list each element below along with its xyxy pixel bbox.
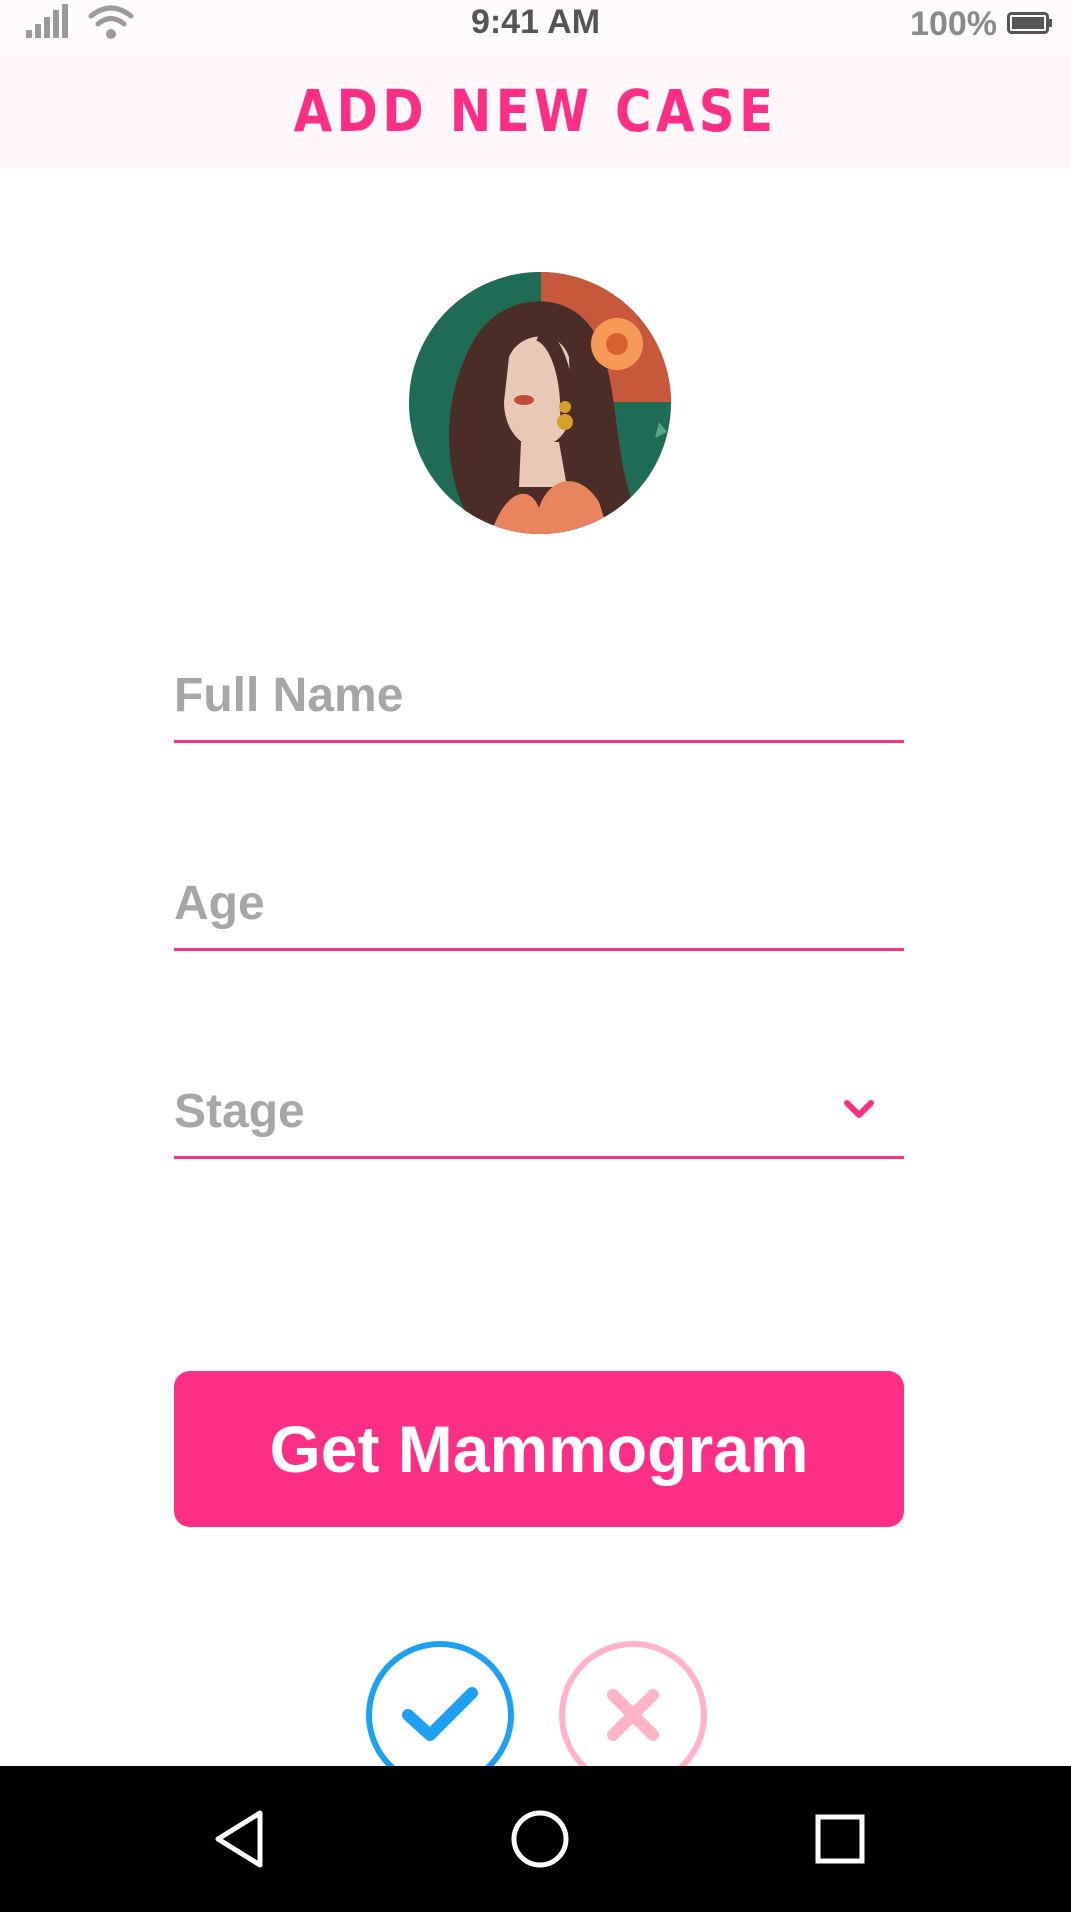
system-nav-bar bbox=[0, 1766, 1071, 1912]
close-icon bbox=[607, 1689, 659, 1741]
age-placeholder: Age bbox=[174, 877, 265, 930]
app-header: ADD NEW CASE bbox=[0, 52, 1071, 168]
full-name-placeholder: Full Name bbox=[174, 669, 404, 722]
woman-portrait-avatar-icon bbox=[409, 272, 671, 534]
home-icon[interactable] bbox=[504, 1803, 576, 1875]
back-icon[interactable] bbox=[206, 1803, 278, 1875]
check-icon bbox=[402, 1687, 478, 1741]
status-bar: 9:41 AM 100% bbox=[0, 0, 1071, 52]
recents-icon[interactable] bbox=[804, 1803, 876, 1875]
page-title: ADD NEW CASE bbox=[293, 77, 778, 145]
get-mammogram-button[interactable]: Get Mammogram bbox=[174, 1371, 904, 1527]
stage-placeholder: Stage bbox=[174, 1085, 305, 1138]
age-field[interactable]: Age bbox=[174, 868, 904, 951]
battery-percentage: 100% bbox=[910, 5, 997, 43]
full-name-field[interactable]: Full Name bbox=[174, 660, 904, 743]
chevron-down-icon[interactable] bbox=[842, 1096, 876, 1122]
battery-icon bbox=[1007, 12, 1052, 34]
stage-dropdown[interactable]: Stage bbox=[174, 1076, 904, 1159]
avatar[interactable] bbox=[409, 272, 671, 534]
